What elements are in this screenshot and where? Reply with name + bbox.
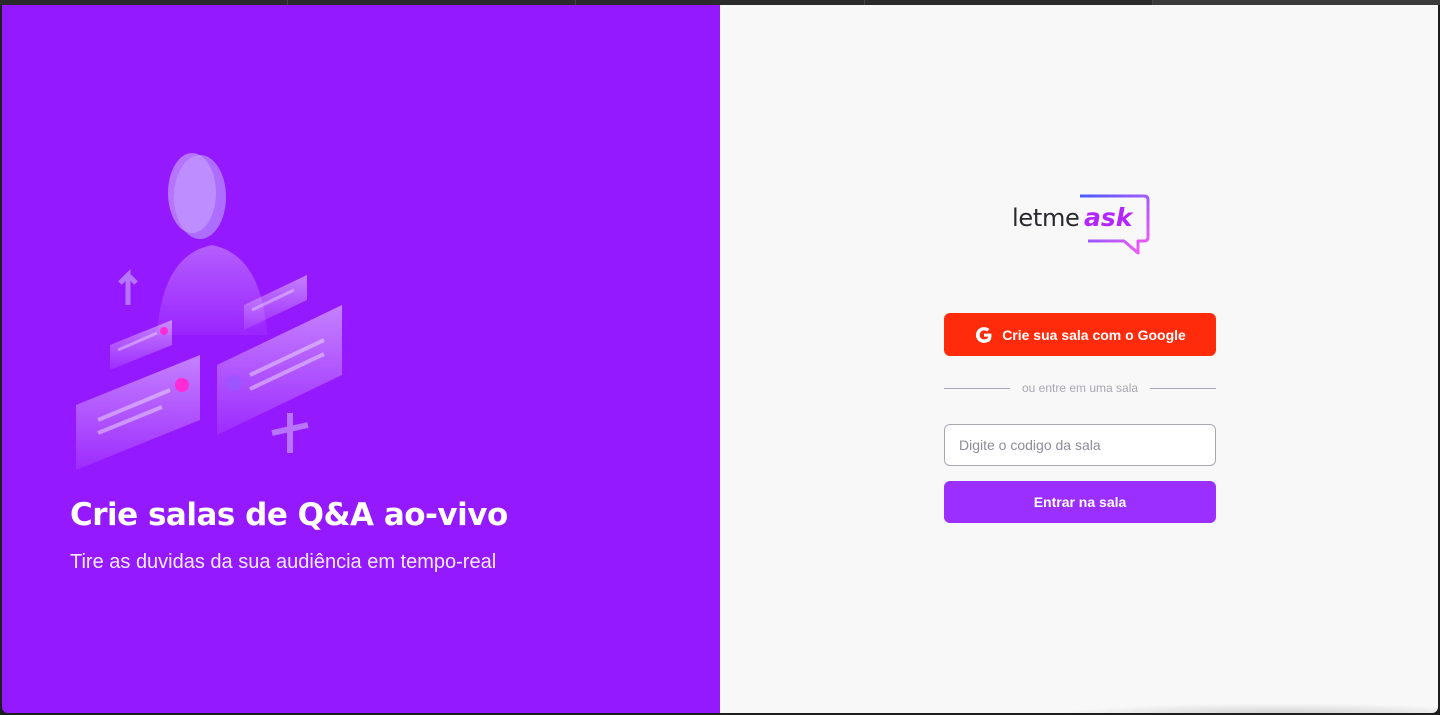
bottom-shadow: [1050, 703, 1438, 713]
google-icon: [976, 326, 992, 343]
enter-room-button[interactable]: Entrar na sala: [944, 481, 1216, 523]
separator-line: [944, 387, 1010, 389]
hero-subtitle: Tire as duvidas da sua audiência em temp…: [70, 551, 497, 573]
logo-text-letme: letme: [1012, 204, 1080, 232]
auth-main: letme ask Crie sua sala com o Google ou …: [720, 5, 1438, 713]
logo-text-ask: ask: [1084, 203, 1133, 232]
google-login-label: Crie sua sala com o Google: [1002, 326, 1186, 343]
separator-text: ou entre em uma sala: [1021, 381, 1139, 395]
separator: ou entre em uma sala: [944, 381, 1216, 395]
page-auth: Crie salas de Q&A ao-vivo Tire as duvida…: [2, 5, 1438, 713]
separator-line: [1150, 387, 1216, 389]
qa-illustration-icon: [76, 153, 342, 470]
hero-title: Crie salas de Q&A ao-vivo: [70, 497, 508, 533]
google-login-button[interactable]: Crie sua sala com o Google: [944, 313, 1216, 356]
room-code-input[interactable]: [944, 424, 1216, 466]
hero-aside: Crie salas de Q&A ao-vivo Tire as duvida…: [2, 5, 720, 713]
